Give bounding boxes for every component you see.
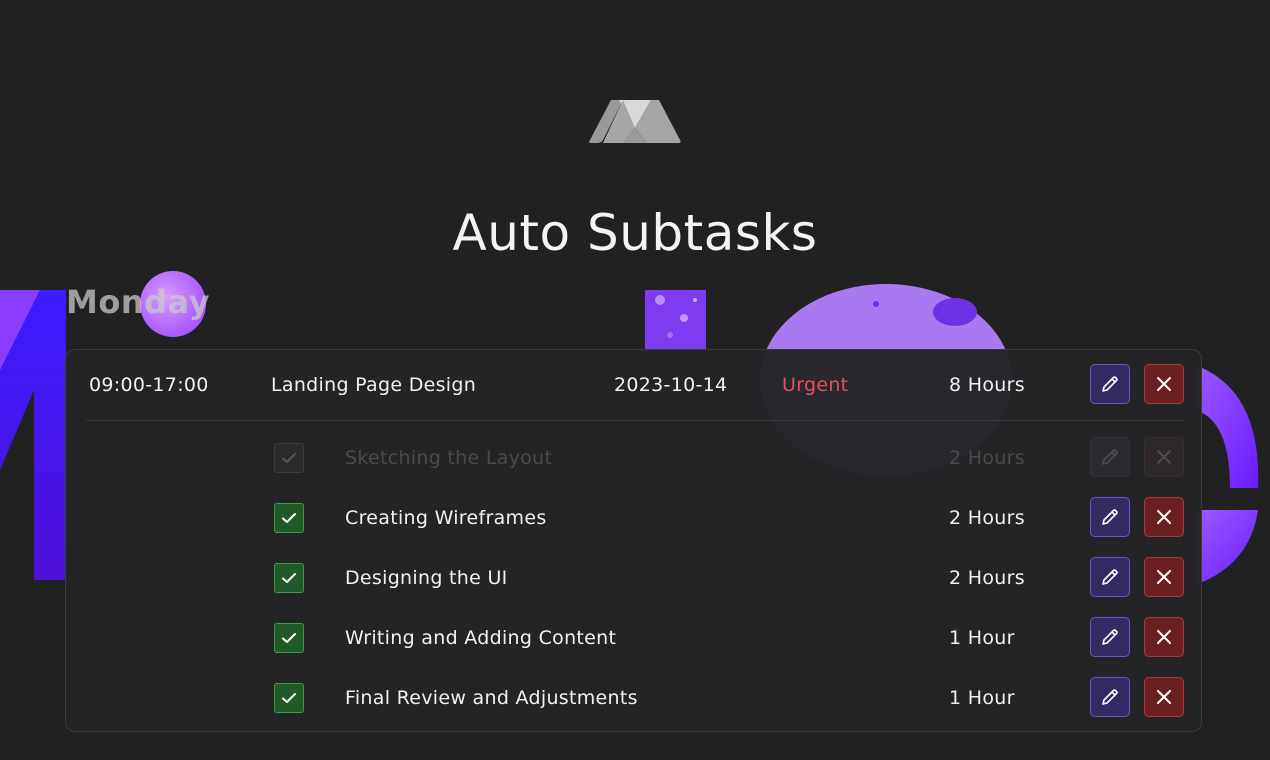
subtask-edit-button[interactable] (1090, 677, 1130, 717)
subtask-duration: 1 Hour (949, 687, 1015, 709)
pencil-icon (1102, 449, 1118, 465)
subtask-row: Creating Wireframes 2 Hours (66, 489, 1203, 549)
subtask-checkbox[interactable] (274, 563, 304, 593)
subtask-delete-button[interactable] (1144, 497, 1184, 537)
page-title: Auto Subtasks (452, 204, 818, 262)
close-icon (1157, 690, 1171, 704)
subtask-row: Final Review and Adjustments 1 Hour (66, 669, 1203, 729)
checkmark-icon (282, 453, 296, 463)
subtask-checkbox[interactable] (274, 443, 304, 473)
task-date: 2023-10-14 (614, 374, 728, 396)
close-icon (1157, 377, 1171, 391)
subtask-checkbox[interactable] (274, 623, 304, 653)
subtask-edit-button[interactable] (1090, 557, 1130, 597)
subtask-duration: 2 Hours (949, 507, 1025, 529)
task-edit-button[interactable] (1090, 364, 1130, 404)
pencil-icon (1102, 569, 1118, 585)
subtask-name: Creating Wireframes (345, 507, 547, 529)
subtask-name: Final Review and Adjustments (345, 687, 638, 709)
checkmark-icon (282, 633, 296, 643)
pencil-icon (1102, 376, 1118, 392)
subtask-edit-button[interactable] (1090, 497, 1130, 537)
close-icon (1157, 630, 1171, 644)
checkmark-icon (282, 693, 296, 703)
subtask-name: Sketching the Layout (345, 447, 553, 469)
day-label: Monday (66, 283, 210, 321)
pencil-icon (1102, 629, 1118, 645)
pencil-icon (1102, 509, 1118, 525)
task-time: 09:00-17:00 (89, 374, 209, 396)
subtask-delete-button[interactable] (1144, 617, 1184, 657)
subtask-duration: 2 Hours (949, 567, 1025, 589)
task-duration: 8 Hours (949, 374, 1025, 396)
subtask-duration: 1 Hour (949, 627, 1015, 649)
subtask-edit-button[interactable] (1090, 437, 1130, 477)
close-icon (1157, 450, 1171, 464)
subtask-name: Designing the UI (345, 567, 508, 589)
checkmark-icon (282, 513, 296, 523)
subtask-name: Writing and Adding Content (345, 627, 617, 649)
subtask-row: Sketching the Layout 2 Hours (66, 429, 1203, 489)
subtask-duration: 2 Hours (949, 447, 1025, 469)
task-name: Landing Page Design (271, 374, 477, 396)
subtask-row: Writing and Adding Content 1 Hour (66, 609, 1203, 669)
subtask-edit-button[interactable] (1090, 617, 1130, 657)
task-panel: 09:00-17:00 Landing Page Design 2023-10-… (65, 349, 1202, 732)
task-priority: Urgent (782, 374, 849, 396)
subtask-checkbox[interactable] (274, 503, 304, 533)
subtask-checkbox[interactable] (274, 683, 304, 713)
subtask-row: Designing the UI 2 Hours (66, 549, 1203, 609)
app-screen: Auto Subtasks Monday 09:00-17:00 Landing… (0, 0, 1270, 760)
task-delete-button[interactable] (1144, 364, 1184, 404)
subtask-delete-button[interactable] (1144, 557, 1184, 597)
pencil-icon (1102, 689, 1118, 705)
divider (86, 420, 1184, 421)
close-icon (1157, 570, 1171, 584)
subtask-delete-button[interactable] (1144, 437, 1184, 477)
checkmark-icon (282, 573, 296, 583)
subtask-delete-button[interactable] (1144, 677, 1184, 717)
app-logo (589, 100, 681, 143)
close-icon (1157, 510, 1171, 524)
